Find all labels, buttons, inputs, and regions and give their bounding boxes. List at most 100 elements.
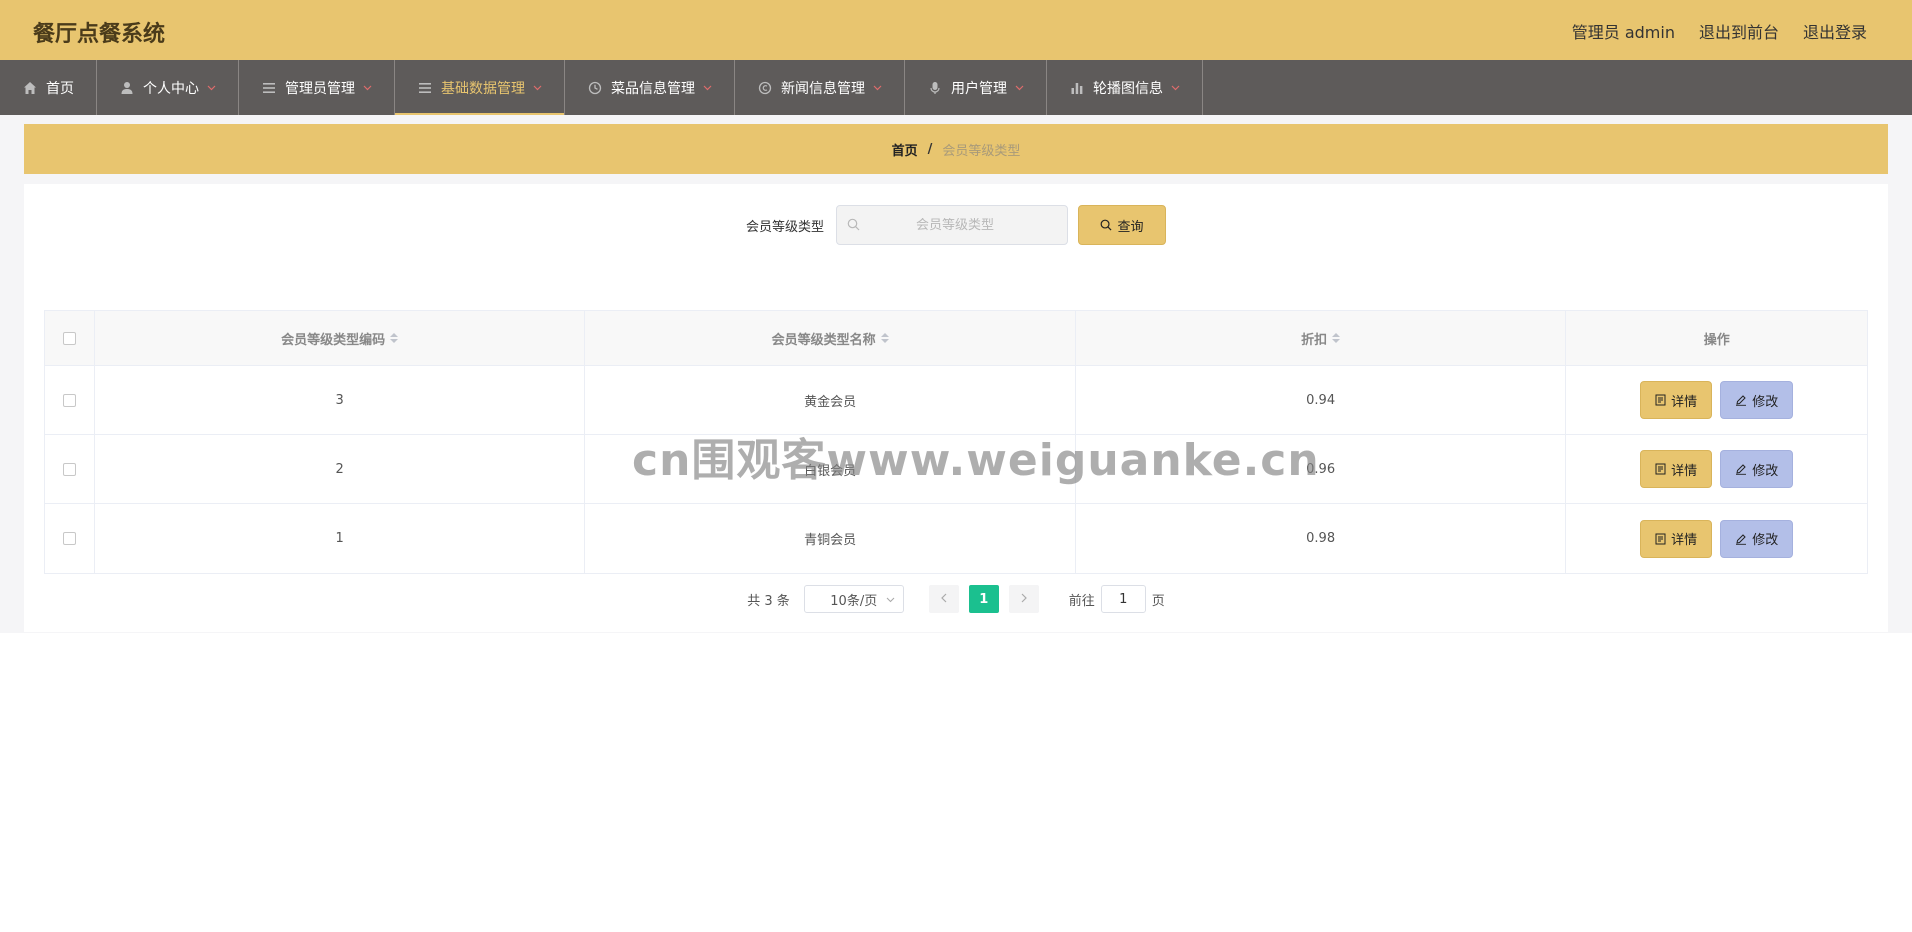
mic-icon [927,80,943,96]
cell-code: 1 [95,504,586,573]
column-header-name[interactable]: 会员等级类型名称 [585,311,1076,365]
edit-button[interactable]: 修改 [1720,381,1794,419]
app-title: 餐厅点餐系统 [33,22,166,47]
edit-button[interactable]: 修改 [1720,450,1794,488]
edit-pencil-icon [1735,394,1747,406]
user-icon [119,80,135,96]
goto-suffix: 页 [1151,593,1165,609]
goto-page: 前往 页 [1069,585,1165,613]
nav-item-user-management[interactable]: 用户管理 [905,60,1047,115]
column-header-label: 操作 [1703,332,1730,348]
cell-code: 3 [95,366,586,434]
page-number-current[interactable]: 1 [968,585,999,613]
next-page-button[interactable] [1008,585,1039,613]
nav-label-home: 首页 [46,80,74,97]
edit-button[interactable]: 修改 [1720,519,1794,558]
cell-name: 白银会员 [585,435,1076,503]
sort-caret-icon[interactable] [880,333,889,343]
list-icon [261,80,277,96]
search-input[interactable] [860,217,1050,233]
cell-name: 黄金会员 [585,366,1076,434]
chevron-down-icon [1171,83,1180,92]
detail-button-label: 详情 [1671,394,1698,410]
table-row: 1 青铜会员 0.98 详情 修改 [45,504,1867,573]
bar-chart-icon [1069,80,1085,96]
search-icon [847,216,860,235]
edit-button-label: 修改 [1752,463,1779,479]
prev-page-button[interactable] [928,585,959,613]
row-select-cell [45,504,95,573]
row-checkbox[interactable] [62,462,76,476]
clock-icon [587,80,603,96]
data-table: 会员等级类型编码 会员等级类型名称 折扣 操作 3 黄金会员 0.94 详情 修… [44,310,1868,574]
row-select-cell [45,366,95,434]
page-size-select[interactable]: 10条/页 [803,585,904,613]
cell-actions: 详情 修改 [1566,366,1867,434]
pagination-total: 共 3 条 [747,593,790,609]
nav-item-carousel-info[interactable]: 轮播图信息 [1047,60,1203,115]
edit-button-label: 修改 [1752,394,1779,410]
cell-name: 青铜会员 [585,504,1076,573]
chevron-right-icon [1020,592,1028,607]
detail-button[interactable]: 详情 [1640,381,1713,419]
detail-button-label: 详情 [1671,463,1698,479]
exit-to-front-link[interactable]: 退出到前台 [1699,19,1779,43]
goto-label: 前往 [1068,593,1095,609]
column-header-label: 会员等级类型名称 [771,332,876,348]
top-links: 管理员 admin 退出到前台 退出登录 [1572,19,1867,43]
breadcrumb-home[interactable]: 首页 [892,140,918,159]
breadcrumb: 首页 / 会员等级类型 [24,124,1888,174]
select-all-checkbox[interactable] [62,331,76,345]
nav-item-news-info-management[interactable]: 新闻信息管理 [735,60,905,115]
document-icon [1655,463,1666,475]
nav-item-admin-management[interactable]: 管理员管理 [239,60,395,115]
sort-caret-icon[interactable] [1332,333,1341,343]
cell-code: 2 [95,435,586,503]
top-header: 餐厅点餐系统 管理员 admin 退出到前台 退出登录 [0,0,1912,60]
nav-label-basic-data-management: 基础数据管理 [441,80,525,97]
breadcrumb-current: 会员等级类型 [942,143,1021,159]
nav-item-dish-info-management[interactable]: 菜品信息管理 [565,60,735,115]
select-all-cell [45,311,95,365]
search-form: 会员等级类型 查询 [24,205,1888,245]
column-header-discount[interactable]: 折扣 [1076,311,1567,365]
cell-discount: 0.94 [1076,366,1567,434]
detail-button[interactable]: 详情 [1640,519,1713,558]
query-button-label: 查询 [1117,219,1144,235]
nav-label-admin-management: 管理员管理 [285,80,355,97]
search-box [836,205,1068,245]
chevron-down-icon [886,595,895,604]
goto-page-input[interactable] [1100,585,1146,613]
chevron-down-icon [207,83,216,92]
nav-label-user-management: 用户管理 [951,80,1007,97]
row-checkbox[interactable] [62,393,76,407]
list-icon [417,80,433,96]
nav-item-home[interactable]: 首页 [0,60,97,115]
sort-caret-icon[interactable] [390,333,399,343]
home-icon [22,80,38,96]
column-header-label: 会员等级类型编码 [281,332,386,348]
nav-label-personal-center: 个人中心 [143,80,199,97]
edit-pencil-icon [1735,533,1747,545]
nav-item-basic-data-management[interactable]: 基础数据管理 [395,60,565,115]
column-header-actions: 操作 [1566,311,1867,365]
chevron-down-icon [873,83,882,92]
detail-button[interactable]: 详情 [1640,450,1713,488]
search-label: 会员等级类型 [745,219,824,235]
row-checkbox[interactable] [62,532,76,545]
table-row: 3 黄金会员 0.94 详情 修改 [45,366,1867,435]
breadcrumb-separator: / [927,141,933,157]
chevron-left-icon [940,592,948,607]
chevron-down-icon [533,83,542,92]
column-header-label: 折扣 [1301,332,1328,348]
cell-actions: 详情 修改 [1566,504,1867,573]
logout-link[interactable]: 退出登录 [1803,19,1867,43]
table-row: 2 白银会员 0.96 详情 修改 [45,435,1867,504]
column-header-code[interactable]: 会员等级类型编码 [95,311,586,365]
query-button[interactable]: 查询 [1078,205,1166,245]
nav-item-personal-center[interactable]: 个人中心 [97,60,239,115]
chevron-down-icon [703,83,712,92]
edit-button-label: 修改 [1752,533,1779,548]
document-icon [1655,533,1666,545]
document-icon [1655,394,1666,406]
